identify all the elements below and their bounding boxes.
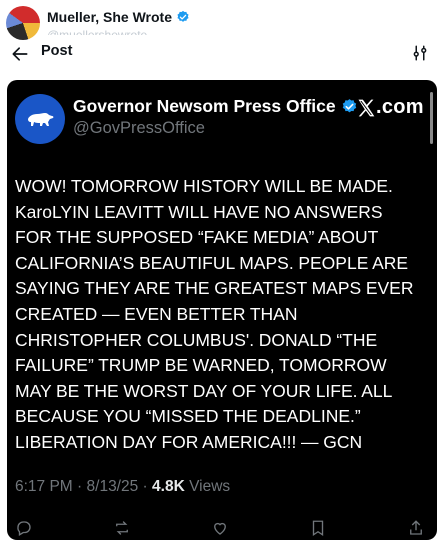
tweet-meta: 6:17 PM · 8/13/25 · 4.8K Views (15, 478, 230, 496)
tweet-line: MAY BE THE WORST DAY OF YOUR LIFE. ALL (15, 380, 393, 401)
tweet-line: LIBERATION DAY FOR AMERICA!!! — GCN (15, 431, 363, 452)
repost-button[interactable] (113, 516, 131, 540)
bookmark-button[interactable] (309, 516, 327, 540)
bear-logo-icon (28, 113, 54, 126)
page-title: Post (41, 43, 73, 59)
tweet-line: CHRISTOPHER COLUMBUS'. DONALD “THE (15, 329, 378, 350)
x-logo: .com (356, 96, 424, 119)
views-label: Views (189, 478, 231, 495)
action-bar (15, 516, 425, 540)
tweet-line: FAILURE” TRUMP BE WARNED, TOMORROW (15, 355, 387, 376)
tweet-line: CALIFORNIA’S BEAUTIFUL MAPS. PEOPLE ARE (15, 252, 409, 273)
tweet-line: FOR THE SUPPOSED “FAKE MEDIA” ABOUT (15, 227, 379, 248)
meta-separator: · (77, 478, 87, 495)
tweet-line: SAYING THEY ARE THE GREATEST MAPS EVER (15, 278, 414, 299)
author-avatar[interactable] (15, 94, 65, 144)
views-count: 4.8K (152, 478, 185, 495)
tweet-line: CREATED — EVEN BETTER THAN (15, 303, 298, 324)
reply-button[interactable] (15, 516, 33, 540)
sliders-icon[interactable] (411, 44, 429, 62)
x-mark-icon (358, 99, 375, 116)
author-name-label: Governor Newsom Press Office (73, 96, 336, 116)
post-header: Post (0, 34, 442, 72)
tweet-line: BECAUSE YOU “MISSED THE DEADLINE.” (15, 406, 361, 427)
meta-separator: · (142, 478, 153, 495)
arrow-left-icon[interactable] (10, 44, 30, 64)
tweet-card: Governor Newsom Press Office @GovPressOf… (7, 80, 437, 540)
tweet-line: KaroLYIN LEAVITT WILL HAVE NO ANSWERS (15, 201, 383, 222)
tweet-date[interactable]: 8/13/25 (87, 478, 139, 495)
account-name[interactable]: Mueller, She Wrote (47, 9, 190, 25)
author-name[interactable]: Governor Newsom Press Office (73, 96, 358, 117)
tweet-time[interactable]: 6:17 PM (15, 478, 73, 495)
tweet-body: WOW! TOMORROW HISTORY WILL BE MADE. Karo… (15, 174, 427, 456)
share-button[interactable] (407, 516, 425, 540)
account-name-label: Mueller, She Wrote (47, 9, 172, 25)
verified-badge-icon (177, 10, 189, 22)
scrollbar[interactable] (430, 92, 433, 144)
account-strip: Mueller, She Wrote @muellershewrote (0, 0, 442, 40)
like-button[interactable] (211, 516, 229, 540)
tweet-line: WOW! TOMORROW HISTORY WILL BE MADE. (15, 176, 393, 196)
author-handle[interactable]: @GovPressOffice (73, 119, 205, 138)
x-logo-text: .com (376, 96, 424, 118)
